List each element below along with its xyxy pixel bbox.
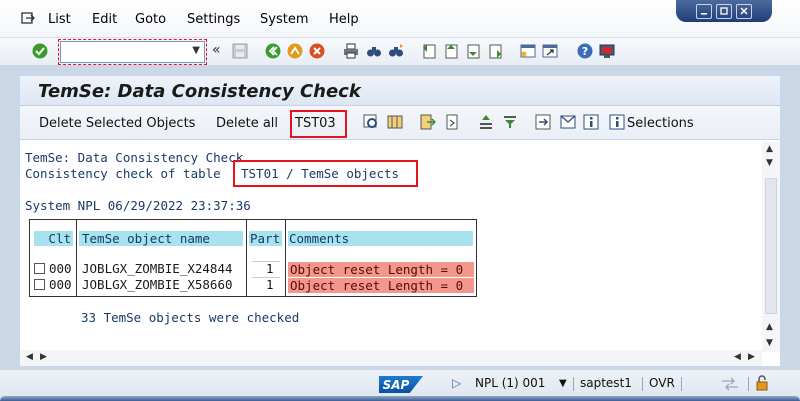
- delete-all-button[interactable]: Delete all: [216, 116, 278, 131]
- print-icon[interactable]: [343, 43, 359, 59]
- application-toolbar: Delete Selected Objects Delete all TST03…: [20, 106, 780, 140]
- row-part: 1: [266, 261, 274, 276]
- row-comment: Object reset Length = 0: [288, 262, 474, 277]
- server-name: saptest1: [580, 376, 632, 390]
- selections-button[interactable]: Selections: [627, 116, 694, 131]
- send-icon[interactable]: [560, 114, 576, 130]
- maximize-icon[interactable]: [716, 3, 732, 19]
- row-client: 000: [49, 261, 72, 276]
- shortcut-icon[interactable]: [542, 43, 558, 59]
- download-icon[interactable]: [535, 114, 551, 130]
- play-icon[interactable]: ▷: [452, 376, 461, 390]
- window-bottom-edge: [0, 396, 800, 401]
- menu-icon[interactable]: [21, 12, 35, 26]
- cancel-icon[interactable]: [309, 43, 325, 59]
- information-icon[interactable]: [583, 114, 599, 130]
- system-timestamp: System NPL 06/29/2022 23:37:36: [25, 198, 251, 213]
- filter-icon[interactable]: [502, 114, 518, 130]
- find-icon[interactable]: [366, 43, 382, 59]
- selections-info-icon[interactable]: [609, 114, 625, 130]
- vertical-scrollbar[interactable]: ▲ ▼ ▲ ▼: [762, 142, 780, 352]
- system-info: NPL (1) 001: [475, 376, 546, 390]
- menu-system[interactable]: System: [260, 12, 308, 27]
- menu-settings[interactable]: Settings: [187, 12, 240, 27]
- scroll-bottom-icon[interactable]: ▼: [766, 338, 773, 348]
- header-clt: Clt: [34, 231, 73, 246]
- command-field-focus: [58, 39, 207, 65]
- scroll-down-small-icon[interactable]: ▼: [766, 158, 773, 168]
- back-icon[interactable]: [265, 43, 281, 59]
- chevron-down-icon[interactable]: ▼: [559, 378, 567, 389]
- scroll-right-end-icon[interactable]: ▶: [748, 352, 755, 362]
- menu-bar: List Edit Goto Settings System Help: [0, 0, 800, 38]
- header-comments: Comments: [288, 231, 473, 246]
- import-icon[interactable]: [444, 114, 460, 130]
- layout-icon[interactable]: [599, 43, 615, 59]
- row-object-name: JOBLGX_ZOMBIE_X24844: [82, 261, 233, 276]
- row-checkbox[interactable]: [34, 263, 45, 274]
- status-separator: [681, 377, 682, 391]
- column-divider: [76, 220, 77, 296]
- consistency-check-label: Consistency check of table: [25, 166, 221, 181]
- window-controls: [676, 0, 772, 22]
- scroll-up-icon[interactable]: ▲: [766, 322, 773, 332]
- row-part: 1: [266, 277, 274, 292]
- double-left-arrow-icon[interactable]: «: [212, 42, 221, 58]
- scroll-thumb[interactable]: [765, 178, 777, 314]
- header-part: Part: [249, 231, 282, 246]
- status-separator: [573, 377, 574, 391]
- previous-page-icon[interactable]: [443, 43, 459, 59]
- save-icon[interactable]: [232, 43, 248, 59]
- enter-icon[interactable]: [32, 43, 48, 59]
- menu-help[interactable]: Help: [329, 12, 359, 27]
- menu-edit[interactable]: Edit: [92, 12, 117, 27]
- insert-mode: OVR: [649, 376, 675, 390]
- svg-text:?: ?: [582, 45, 588, 58]
- next-page-icon[interactable]: [465, 43, 481, 59]
- column-divider: [246, 220, 247, 296]
- list-heading: TemSe: Data Consistency Check: [25, 150, 244, 165]
- page-title: TemSe: Data Consistency Check: [38, 81, 361, 102]
- horizontal-scrollbar[interactable]: ◀ ▶ ◀ ▶: [20, 350, 762, 366]
- sort-ascending-icon[interactable]: [478, 114, 494, 130]
- connection-icon: [722, 377, 738, 391]
- delete-selected-objects-button[interactable]: Delete Selected Objects: [39, 116, 195, 131]
- scroll-right-icon[interactable]: ▶: [40, 352, 47, 362]
- tst03-highlight: [290, 110, 347, 138]
- lock-icon[interactable]: [755, 375, 769, 391]
- minimize-icon[interactable]: [696, 3, 712, 19]
- header-object-name: TemSe object name: [79, 231, 243, 246]
- summary-text: 33 TemSe objects were checked: [81, 310, 300, 325]
- screen-title-bar: TemSe: Data Consistency Check: [20, 76, 780, 106]
- check-icon[interactable]: [363, 114, 379, 130]
- scroll-left-end-icon[interactable]: ◀: [734, 352, 741, 362]
- standard-toolbar: ▼ « ?: [0, 38, 800, 66]
- row-comment: Object reset Length = 0: [288, 278, 474, 293]
- result-table: Clt TemSe object name Part Comments 000 …: [29, 219, 477, 297]
- status-separator: [748, 377, 749, 391]
- export-icon[interactable]: [420, 114, 436, 130]
- help-icon[interactable]: ?: [577, 43, 593, 59]
- scroll-left-icon[interactable]: ◀: [26, 352, 33, 362]
- column-divider: [285, 220, 286, 296]
- menu-goto[interactable]: Goto: [135, 12, 166, 27]
- table-name-highlight: [233, 160, 418, 187]
- row-checkbox[interactable]: [34, 279, 45, 290]
- row-client: 000: [49, 277, 72, 292]
- close-icon[interactable]: [736, 3, 752, 19]
- new-session-icon[interactable]: [520, 43, 536, 59]
- first-page-icon[interactable]: [421, 43, 437, 59]
- last-page-icon[interactable]: [487, 43, 503, 59]
- scroll-top-icon[interactable]: ▲: [766, 144, 773, 154]
- columns-icon[interactable]: [387, 114, 403, 130]
- status-separator: [642, 377, 643, 391]
- menu-list[interactable]: List: [48, 12, 71, 27]
- exit-icon[interactable]: [287, 43, 303, 59]
- row-object-name: JOBLGX_ZOMBIE_X58660: [82, 277, 233, 292]
- find-next-icon[interactable]: [388, 43, 404, 59]
